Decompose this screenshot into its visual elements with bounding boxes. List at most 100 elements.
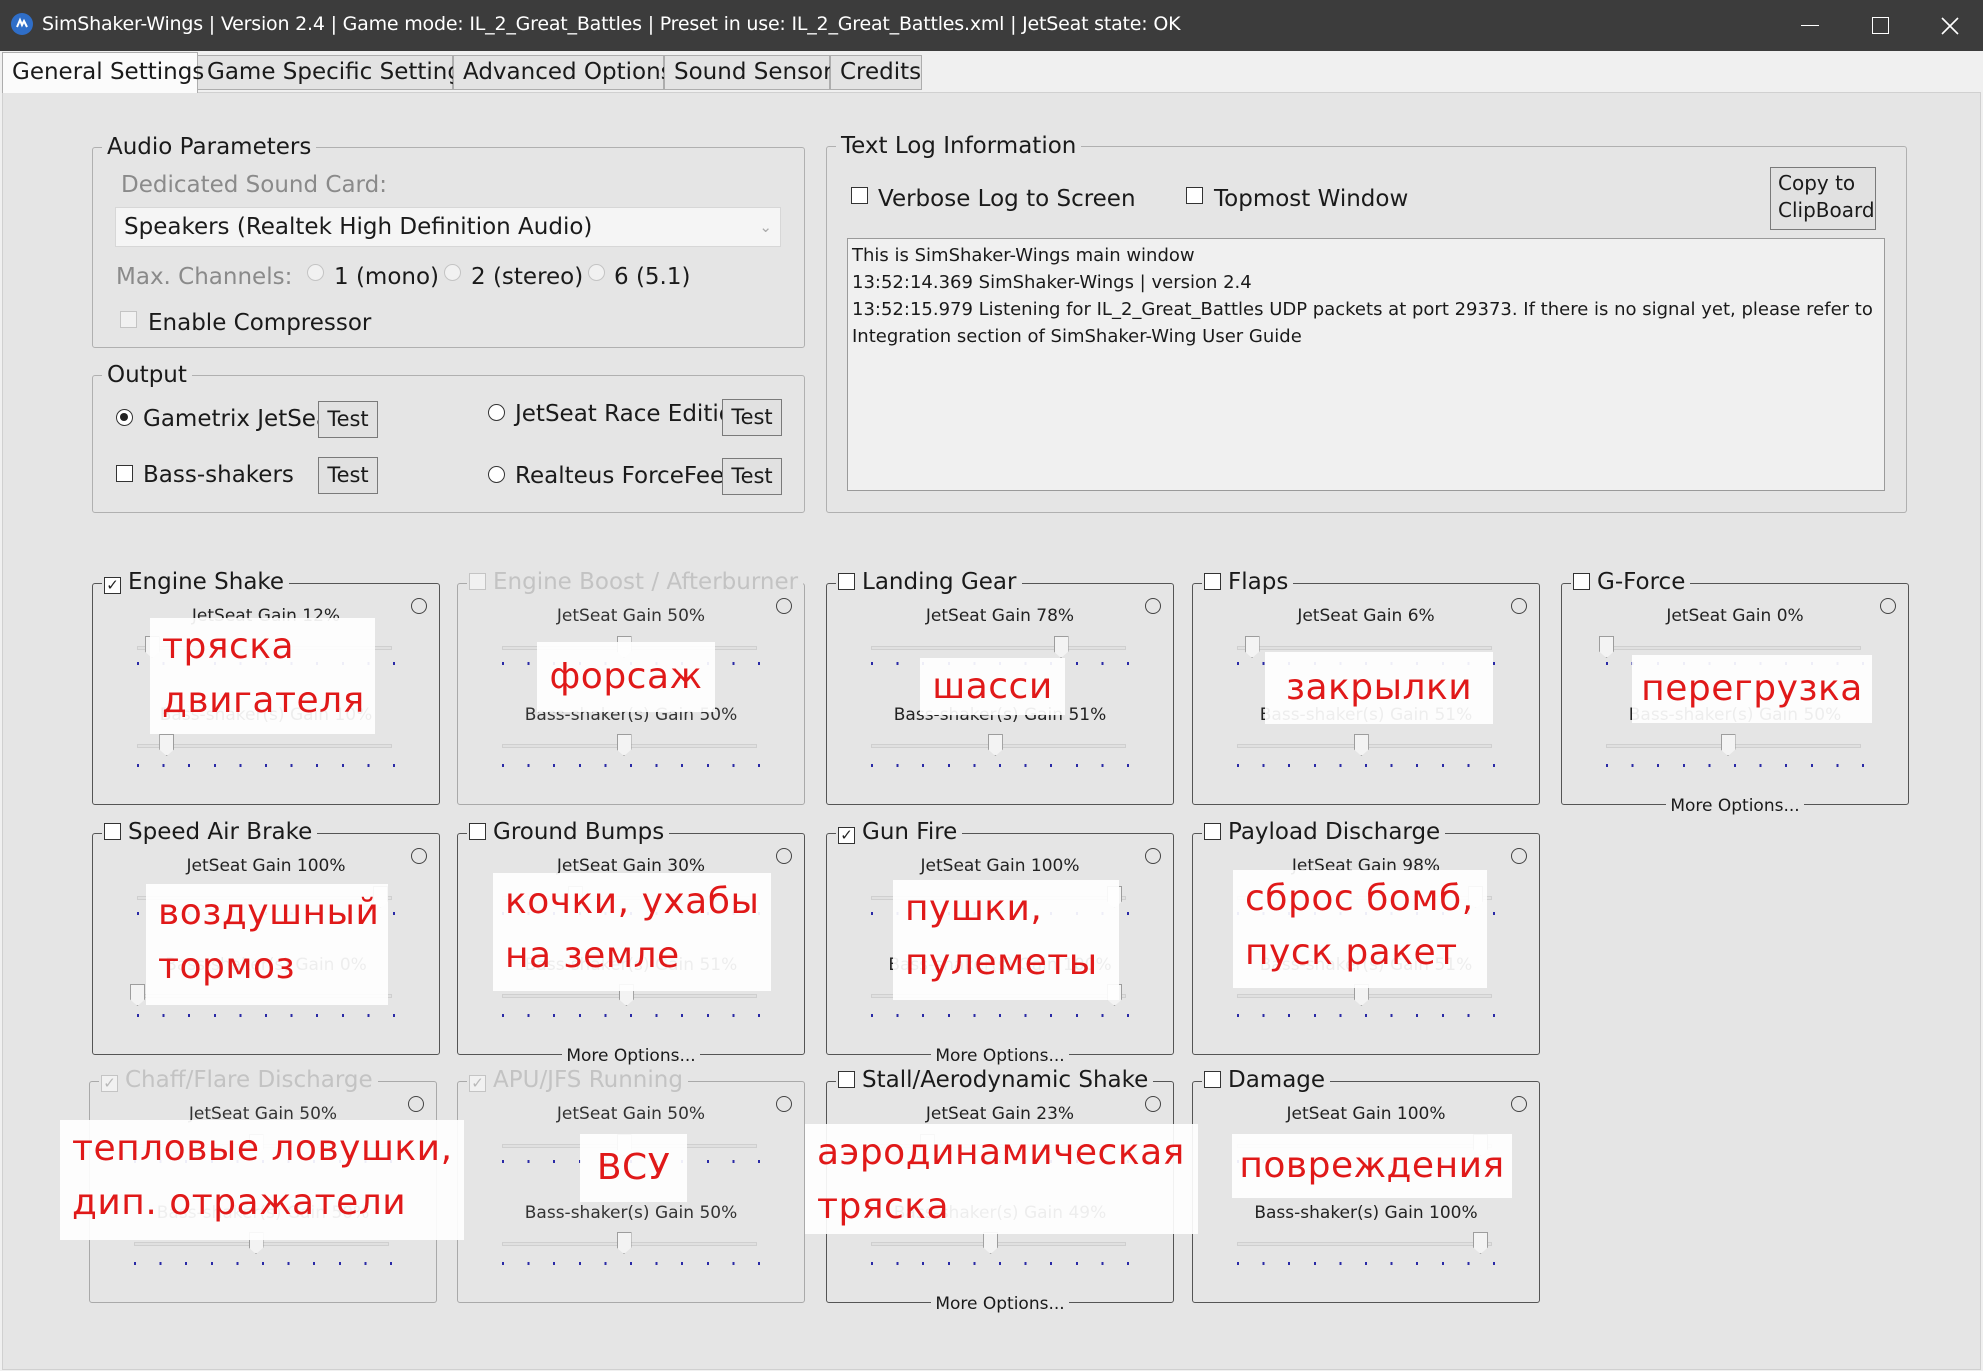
jetseat-slider-thumb[interactable] — [1053, 636, 1069, 658]
sound-card-value: Speakers (Realtek High Definition Audio) — [124, 214, 593, 240]
annotation-line: дип. отражатели — [72, 1182, 407, 1223]
jetseat-gain-label: JetSeat Gain 23% — [925, 1104, 1075, 1124]
jetseat-slider-track[interactable] — [1606, 646, 1861, 650]
slider-ticks — [134, 1262, 392, 1265]
more-options-link[interactable]: More Options... — [1562, 796, 1908, 816]
engine-boost-checkbox[interactable] — [469, 573, 486, 590]
minimize-button[interactable] — [1775, 0, 1845, 51]
close-button[interactable] — [1915, 0, 1983, 51]
bass-shakers-checkbox[interactable] — [116, 465, 133, 482]
bass-slider-thumb[interactable] — [159, 734, 175, 756]
panel-legend: ✓ Engine Shake — [102, 568, 290, 596]
bass-slider-track[interactable] — [1237, 1242, 1492, 1246]
ground-bumps-checkbox[interactable] — [469, 823, 486, 840]
speed-brake-checkbox[interactable] — [104, 823, 121, 840]
text-log-legend: Text Log Information — [836, 132, 1082, 160]
bass-slider-thumb[interactable] — [1720, 734, 1736, 756]
slider-ticks — [871, 764, 1129, 767]
annotation-line: тепловые ловушки, — [72, 1128, 453, 1169]
tab-general-settings[interactable]: General Settings — [2, 52, 204, 93]
slider-ticks — [871, 1014, 1129, 1017]
tab-game-specific-settings[interactable]: Game Specific Settings — [197, 55, 474, 90]
annotation-line: сброс бомб, — [1245, 878, 1474, 919]
gametrix-jetseat-label: Gametrix JetSeat — [143, 406, 340, 432]
panel-title: APU/JFS Running — [493, 1067, 683, 1093]
panel-legend: Landing Gear — [836, 568, 1022, 596]
annotation-line: на земле — [505, 935, 680, 976]
jetseat-race-radio[interactable] — [488, 404, 505, 421]
bass-slider-thumb[interactable] — [987, 734, 1003, 756]
test-gametrix-button[interactable]: Test — [318, 401, 378, 438]
channel-stereo-radio[interactable] — [444, 264, 461, 281]
copy-to-clipboard-button[interactable]: Copy to ClipBoard — [1770, 167, 1876, 230]
chaff-checkbox[interactable]: ✓ — [101, 1075, 118, 1092]
annotation-line: пушки, — [905, 888, 1043, 929]
output-group: Output — [92, 361, 805, 513]
more-options-label: More Options... — [562, 1046, 700, 1066]
bass-slider-thumb[interactable] — [1353, 734, 1369, 756]
tab-sound-sensor[interactable]: Sound Sensor — [664, 55, 833, 90]
jetseat-gain-label: JetSeat Gain 50% — [556, 606, 706, 626]
panel-title: Speed Air Brake — [128, 819, 313, 845]
topmost-window-checkbox[interactable] — [1186, 187, 1203, 204]
slider-ticks — [137, 1014, 395, 1017]
gametrix-jetseat-radio[interactable] — [116, 409, 133, 426]
slider-ticks — [137, 764, 395, 767]
channel-mono-radio[interactable] — [307, 264, 324, 281]
damage-checkbox[interactable] — [1204, 1071, 1221, 1088]
test-bass-button[interactable]: Test — [318, 457, 378, 494]
jetseat-slider-thumb[interactable] — [1244, 636, 1260, 658]
annotation-g-force: перегрузка — [1632, 655, 1872, 723]
more-options-link[interactable]: More Options... — [458, 1046, 804, 1066]
realteus-radio[interactable] — [488, 466, 505, 483]
engine-shake-checkbox[interactable]: ✓ — [104, 577, 121, 594]
log-line: This is SimShaker-Wings main window — [852, 245, 1195, 266]
slider-ticks — [1237, 764, 1495, 767]
annotation-engine-boost: форсаж — [537, 642, 715, 712]
channel-51-radio[interactable] — [588, 264, 605, 281]
panel-legend: Payload Discharge — [1202, 818, 1446, 846]
test-realteus-button[interactable]: Test — [722, 458, 782, 495]
stall-checkbox[interactable] — [838, 1071, 855, 1088]
more-options-link[interactable]: More Options... — [827, 1046, 1173, 1066]
annotation-stall: аэродинамическая тряска — [805, 1124, 1198, 1234]
panel-legend: ✓ Chaff/Flare Discharge — [99, 1066, 378, 1094]
log-textbox[interactable]: This is SimShaker-Wings main window 13:5… — [847, 238, 1885, 491]
bass-slider-thumb[interactable] — [616, 734, 632, 756]
gun-fire-checkbox[interactable]: ✓ — [838, 827, 855, 844]
output-legend: Output — [102, 361, 192, 389]
verbose-log-checkbox[interactable] — [851, 187, 868, 204]
apu-checkbox[interactable]: ✓ — [469, 1075, 486, 1092]
bass-slider-thumb[interactable] — [983, 1232, 999, 1254]
payload-checkbox[interactable] — [1204, 823, 1221, 840]
test-race-button[interactable]: Test — [722, 399, 782, 436]
panel-title: G-Force — [1597, 569, 1686, 595]
annotation-payload: сброс бомб, пуск ракет — [1233, 870, 1487, 988]
bass-slider-thumb[interactable] — [130, 984, 145, 1006]
bass-slider-thumb[interactable] — [616, 1232, 632, 1254]
bass-slider-track[interactable] — [137, 744, 392, 748]
panel-title: Landing Gear — [862, 569, 1017, 595]
app-icon — [11, 13, 33, 35]
panel-legend: ✓ Gun Fire — [836, 818, 963, 846]
annotation-line: тормоз — [158, 946, 296, 987]
jetseat-slider-track[interactable] — [1237, 646, 1492, 650]
jetseat-slider-thumb[interactable] — [1599, 636, 1614, 658]
enable-compressor-label: Enable Compressor — [148, 310, 372, 336]
jetseat-gain-label: JetSeat Gain 100% — [920, 856, 1080, 876]
flaps-checkbox[interactable] — [1204, 573, 1221, 590]
panel-legend: G-Force — [1571, 568, 1691, 596]
sound-card-select[interactable]: Speakers (Realtek High Definition Audio)… — [115, 207, 781, 247]
bass-slider-thumb[interactable] — [1473, 1232, 1488, 1254]
maximize-button[interactable] — [1845, 0, 1915, 51]
g-force-checkbox[interactable] — [1573, 573, 1590, 590]
tab-advanced-options[interactable]: Advanced Options — [453, 55, 673, 90]
annotation-line: закрылки — [1285, 667, 1473, 708]
bass-slider-track[interactable] — [871, 1242, 1126, 1246]
landing-gear-checkbox[interactable] — [838, 573, 855, 590]
jetseat-slider-track[interactable] — [871, 646, 1126, 650]
more-options-link[interactable]: More Options... — [827, 1294, 1173, 1314]
enable-compressor-checkbox[interactable] — [120, 311, 137, 328]
slider-ticks — [502, 764, 760, 767]
tab-credits[interactable]: Credits — [830, 55, 922, 90]
